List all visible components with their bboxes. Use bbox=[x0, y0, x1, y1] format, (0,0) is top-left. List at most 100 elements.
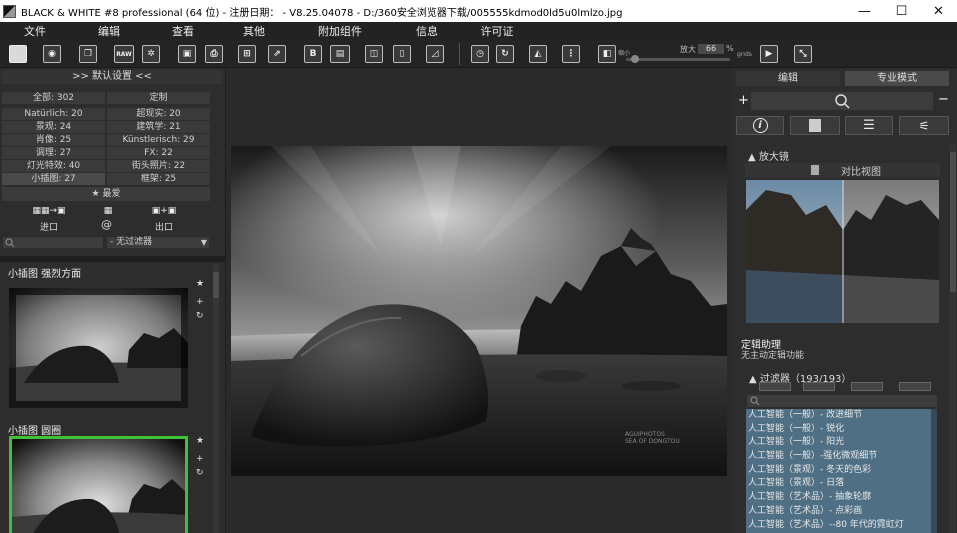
category-custom[interactable]: 定制 bbox=[107, 92, 210, 104]
chevron-down-icon: ▼ bbox=[200, 238, 207, 247]
sliders-tab[interactable]: ⚟ bbox=[899, 116, 949, 135]
filter-view-tab[interactable] bbox=[803, 382, 835, 391]
more-icon[interactable]: ⋮ bbox=[562, 45, 580, 63]
remove-filter-button[interactable]: − bbox=[938, 92, 949, 107]
preset-thumbnail-selected[interactable] bbox=[9, 436, 188, 533]
copy-icon[interactable]: ❐ bbox=[79, 45, 97, 63]
filter-item[interactable]: 人工智能（一般）- 阳光 bbox=[746, 436, 937, 450]
scrollbar-thumb[interactable] bbox=[950, 152, 956, 292]
maximize-button[interactable]: ☐ bbox=[883, 0, 920, 22]
favorite-star-icon[interactable]: ★ bbox=[196, 436, 204, 446]
add-filter-button[interactable]: + bbox=[738, 93, 749, 108]
menu-other[interactable]: 其他 bbox=[218, 22, 290, 40]
favorite-star-icon[interactable]: ★ bbox=[196, 279, 204, 289]
category-surreal[interactable]: 超现实: 20 bbox=[107, 108, 210, 120]
filter-item[interactable]: 人工智能（一般）- 改进细节 bbox=[746, 409, 937, 423]
export-label[interactable]: 出口 bbox=[155, 220, 173, 233]
close-button[interactable]: ✕ bbox=[920, 0, 957, 22]
category-all[interactable]: 全部: 302 bbox=[2, 92, 105, 104]
document-icon bbox=[809, 119, 821, 132]
filter-list-search-input[interactable] bbox=[747, 395, 937, 407]
document-tab[interactable] bbox=[790, 116, 840, 135]
list-tab[interactable]: ☰ bbox=[845, 116, 893, 135]
category-vignette[interactable]: 小插图: 27 bbox=[2, 173, 105, 185]
category-fx[interactable]: FX: 22 bbox=[107, 147, 210, 159]
filter-item[interactable]: 人工智能（艺术品）- 点彩画 bbox=[746, 505, 937, 519]
category-toning[interactable]: 调理: 27 bbox=[2, 147, 105, 159]
loupe-section-title[interactable]: ▲ 放大镜 bbox=[748, 148, 789, 163]
fullscreen-icon[interactable]: ▶ bbox=[760, 45, 778, 63]
zoom-slider-handle[interactable] bbox=[630, 55, 639, 63]
flip-icon[interactable]: ◭ bbox=[529, 45, 547, 63]
info-tab[interactable]: i bbox=[736, 116, 784, 135]
menu-view[interactable]: 查看 bbox=[148, 22, 218, 40]
filter-dropdown[interactable]: - 无过滤器 ▼ bbox=[106, 236, 210, 249]
zoom-value-input[interactable]: 66 bbox=[698, 44, 724, 54]
import-icon[interactable]: ▦▦→▣ bbox=[30, 206, 68, 218]
category-landscape[interactable]: 景观: 24 bbox=[2, 121, 105, 133]
grid-import-icon[interactable]: ▦ bbox=[98, 206, 118, 218]
batch-icon[interactable]: B bbox=[304, 45, 322, 63]
layout-icon[interactable]: ⊞ bbox=[238, 45, 256, 63]
menu-info[interactable]: 信息 bbox=[390, 22, 464, 40]
save-icon[interactable]: ▣ bbox=[178, 45, 196, 63]
add-icon[interactable]: + bbox=[196, 297, 204, 307]
add-icon[interactable]: + bbox=[196, 454, 204, 464]
refresh-icon[interactable]: ↻ bbox=[196, 311, 204, 321]
loupe-preview[interactable] bbox=[746, 180, 939, 323]
menu-edit[interactable]: 编辑 bbox=[70, 22, 148, 40]
tab-edit[interactable]: 编辑 bbox=[736, 71, 840, 86]
filter-item[interactable]: 人工智能（一般）- 锐化 bbox=[746, 423, 937, 437]
filter-item[interactable]: 人工智能（景观）- 日落 bbox=[746, 477, 937, 491]
filter-item[interactable]: 人工智能（艺术品）- 抽象轮廓 bbox=[746, 491, 937, 505]
filter-view-tab[interactable] bbox=[851, 382, 883, 391]
search-icon bbox=[835, 94, 850, 109]
import-label[interactable]: 进口 bbox=[40, 220, 58, 233]
histogram-icon[interactable]: ◿ bbox=[426, 45, 444, 63]
filter-search-input[interactable] bbox=[751, 92, 933, 110]
filter-item[interactable]: 人工智能（一般）-强化微观细节 bbox=[746, 450, 937, 464]
list-icon: ☰ bbox=[863, 118, 875, 133]
settings-icon[interactable]: ✲ bbox=[142, 45, 160, 63]
film-icon[interactable]: ▤ bbox=[330, 45, 350, 63]
main-preview-image[interactable]: AGUIPHOTOS SEA OF DONGTOU bbox=[231, 146, 727, 476]
category-frames[interactable]: 框架: 25 bbox=[107, 173, 210, 185]
zoom-slider[interactable] bbox=[626, 58, 730, 61]
category-architecture[interactable]: 建筑学: 21 bbox=[107, 121, 210, 133]
export-grid-icon[interactable]: ▣+▣ bbox=[150, 206, 178, 218]
category-portrait[interactable]: 肖像: 25 bbox=[2, 134, 105, 146]
menu-license[interactable]: 许可证 bbox=[464, 22, 530, 40]
new-file-icon[interactable] bbox=[9, 45, 27, 63]
email-at-icon[interactable]: @ bbox=[101, 218, 112, 231]
fit-icon[interactable]: ◧ bbox=[598, 45, 616, 63]
crop-frame-icon[interactable]: ▯ bbox=[393, 45, 411, 63]
filter-item[interactable]: 人工智能（景观）- 冬天的色彩 bbox=[746, 464, 937, 478]
thumbnail-scrollbar[interactable] bbox=[213, 264, 219, 533]
category-street[interactable]: 街头照片: 22 bbox=[107, 160, 210, 172]
preset-search-input[interactable] bbox=[2, 236, 104, 249]
print-icon[interactable]: ⎙ bbox=[205, 45, 223, 63]
category-natural[interactable]: Natürlich: 20 bbox=[2, 108, 105, 120]
filter-list-scrollbar[interactable] bbox=[931, 409, 937, 533]
menu-file[interactable]: 文件 bbox=[0, 22, 70, 40]
camera-icon[interactable]: ◉ bbox=[43, 45, 61, 63]
menu-addons[interactable]: 附加组件 bbox=[290, 22, 390, 40]
compare-split-icon[interactable]: ◫ bbox=[365, 45, 383, 63]
minimize-button[interactable]: — bbox=[846, 0, 883, 22]
filter-view-tab[interactable] bbox=[899, 382, 931, 391]
tab-pro-mode[interactable]: 专业模式 bbox=[845, 71, 949, 86]
resize-icon[interactable]: ⤡ bbox=[794, 45, 812, 63]
category-artistic[interactable]: Künstlerisch: 29 bbox=[107, 134, 210, 146]
filter-view-tab[interactable] bbox=[759, 382, 791, 391]
filter-item[interactable]: 人工智能（艺术品）--80 年代的霓虹灯 bbox=[746, 519, 937, 533]
scrollbar-thumb[interactable] bbox=[213, 272, 219, 298]
refresh-icon[interactable]: ↻ bbox=[196, 468, 204, 478]
timer-icon[interactable]: ◷ bbox=[471, 45, 489, 63]
preset-header[interactable]: >> 默认设置 << bbox=[2, 70, 222, 84]
category-light-effects[interactable]: 灯光特效: 40 bbox=[2, 160, 105, 172]
preset-thumbnail[interactable] bbox=[9, 288, 188, 408]
rotate-icon[interactable]: ↻ bbox=[496, 45, 514, 63]
export-icon[interactable]: ⇗ bbox=[268, 45, 286, 63]
raw-icon[interactable]: RAW bbox=[114, 45, 134, 63]
favorites-button[interactable]: ★ 最爱 bbox=[2, 187, 210, 201]
